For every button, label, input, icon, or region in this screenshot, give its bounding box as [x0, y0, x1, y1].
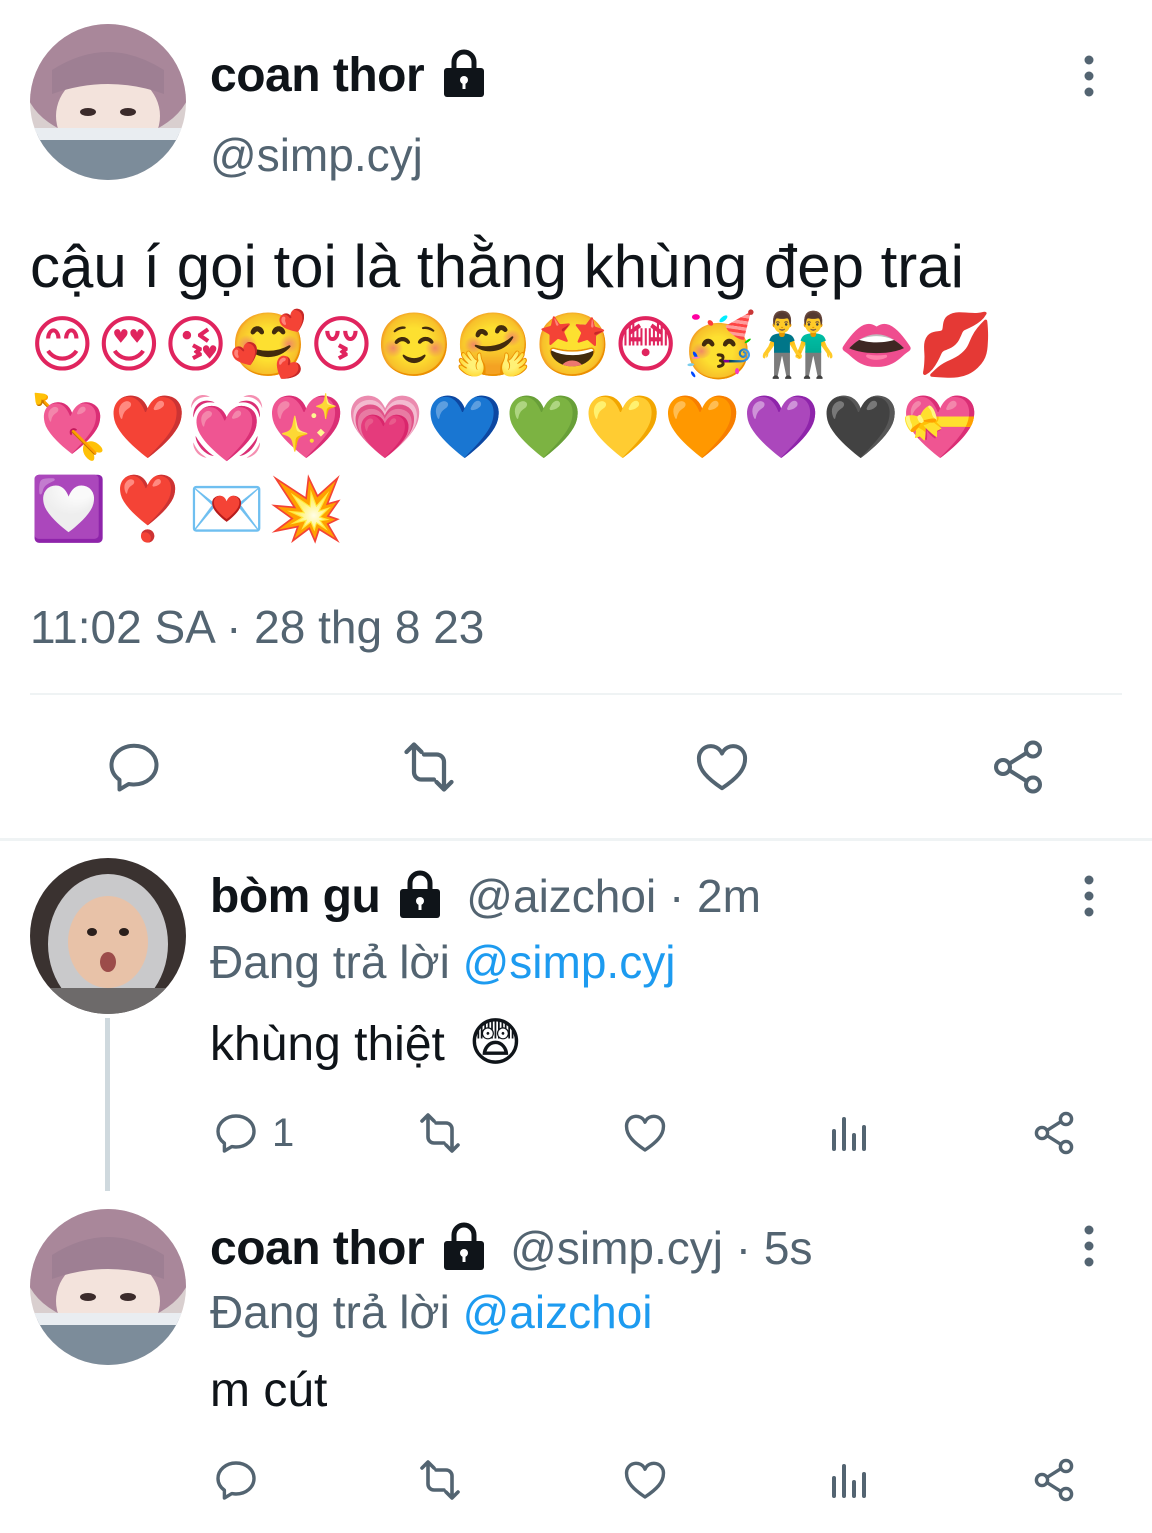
- tweet-emojis: 😊😍😘🥰😚☺️🤗🤩😳🥳👬👄💋 💘❤️💓💖💗💙💚💛🧡💜🖤💝 💟❣️💌💥: [30, 304, 1130, 550]
- replying-prefix: Đang trả lời: [210, 1286, 450, 1338]
- reply-avatar[interactable]: [30, 858, 186, 1014]
- tweet-actions: [0, 725, 1152, 815]
- lock-icon: [438, 47, 490, 104]
- reply-text: khùng thiệt 😨: [210, 1013, 522, 1073]
- heart-icon: [621, 1456, 669, 1504]
- like-button[interactable]: [621, 1456, 669, 1504]
- like-button[interactable]: [692, 737, 752, 797]
- lock-icon: [394, 868, 446, 925]
- more-vertical-icon[interactable]: [1079, 874, 1099, 918]
- retweet-icon: [396, 737, 462, 797]
- replying-mention[interactable]: @aizchoi: [463, 1286, 653, 1338]
- reply-actions: 1: [0, 1103, 1152, 1163]
- reply-author-name[interactable]: coan thor: [210, 1221, 425, 1276]
- reply-avatar[interactable]: [30, 1209, 186, 1365]
- reply-text-content: khùng thiệt: [210, 1018, 445, 1071]
- reply-tweet: bòm gu @aizchoi · 2m Đang trả lời @simp.…: [0, 841, 1152, 1191]
- reply-emoji: 😨: [468, 1014, 523, 1072]
- more-vertical-icon[interactable]: [1079, 54, 1099, 98]
- analytics-icon: [826, 1109, 874, 1157]
- emoji-row: 💟❣️💌💥: [30, 472, 347, 545]
- reply-handle-time[interactable]: @aizchoi · 2m: [466, 869, 761, 923]
- like-button[interactable]: [621, 1109, 669, 1157]
- reply-author-name[interactable]: bòm gu: [210, 869, 381, 924]
- reply-text: m cút: [210, 1363, 327, 1418]
- tweet-timestamp[interactable]: 11:02 SA · 28 thg 8 23: [30, 600, 484, 654]
- reply-button[interactable]: [104, 737, 164, 797]
- retweet-icon: [413, 1109, 467, 1157]
- retweet-button[interactable]: [413, 1109, 467, 1157]
- reply-bubble-icon: [104, 737, 164, 797]
- share-button[interactable]: [1030, 1109, 1078, 1157]
- reply-actions: [0, 1450, 1152, 1510]
- reply-header: coan thor @simp.cyj · 5s: [210, 1213, 812, 1283]
- reply-count: 1: [272, 1110, 295, 1155]
- author-avatar[interactable]: [30, 24, 186, 180]
- analytics-button[interactable]: [826, 1109, 874, 1157]
- retweet-button[interactable]: [396, 737, 462, 797]
- more-vertical-icon[interactable]: [1079, 1224, 1099, 1268]
- reply-button[interactable]: [212, 1456, 260, 1504]
- emoji-row: 💘❤️💓💖💗💙💚💛🧡💜🖤💝: [30, 390, 981, 463]
- retweet-icon: [413, 1456, 467, 1504]
- analytics-button[interactable]: [826, 1456, 874, 1504]
- replying-prefix: Đang trả lời: [210, 936, 450, 988]
- reply-handle-time[interactable]: @simp.cyj · 5s: [510, 1221, 812, 1275]
- divider: [30, 693, 1122, 695]
- lock-icon: [438, 1220, 490, 1277]
- share-icon: [1030, 1109, 1078, 1157]
- replying-mention[interactable]: @simp.cyj: [463, 936, 676, 988]
- reply-text-content: m cút: [210, 1364, 328, 1417]
- heart-icon: [692, 737, 752, 797]
- share-button[interactable]: [1030, 1456, 1078, 1504]
- author-name[interactable]: coan thor: [210, 48, 425, 103]
- emoji-row: 😊😍😘🥰😚☺️🤗🤩😳🥳👬👄💋: [30, 308, 997, 381]
- author-handle[interactable]: @simp.cyj: [210, 128, 423, 182]
- main-tweet: coan thor @simp.cyj cậu í gọi toi là thằ…: [0, 0, 1152, 838]
- replying-to: Đang trả lời @aizchoi: [210, 1285, 653, 1339]
- reply-bubble-icon: [212, 1456, 260, 1504]
- analytics-icon: [826, 1456, 874, 1504]
- share-icon: [988, 737, 1048, 797]
- tweet-text: cậu í gọi toi là thằng khùng đẹp trai: [30, 233, 964, 300]
- reply-bubble-icon: [212, 1109, 260, 1157]
- reply-tweet: coan thor @simp.cyj · 5s Đang trả lời @a…: [0, 1191, 1152, 1533]
- share-icon: [1030, 1456, 1078, 1504]
- reply-header: bòm gu @aizchoi · 2m: [210, 861, 761, 931]
- author-name-row: coan thor: [210, 40, 490, 110]
- retweet-button[interactable]: [413, 1456, 467, 1504]
- reply-button[interactable]: 1: [212, 1109, 294, 1157]
- replying-to: Đang trả lời @simp.cyj: [210, 935, 675, 989]
- heart-icon: [621, 1109, 669, 1157]
- share-button[interactable]: [988, 737, 1048, 797]
